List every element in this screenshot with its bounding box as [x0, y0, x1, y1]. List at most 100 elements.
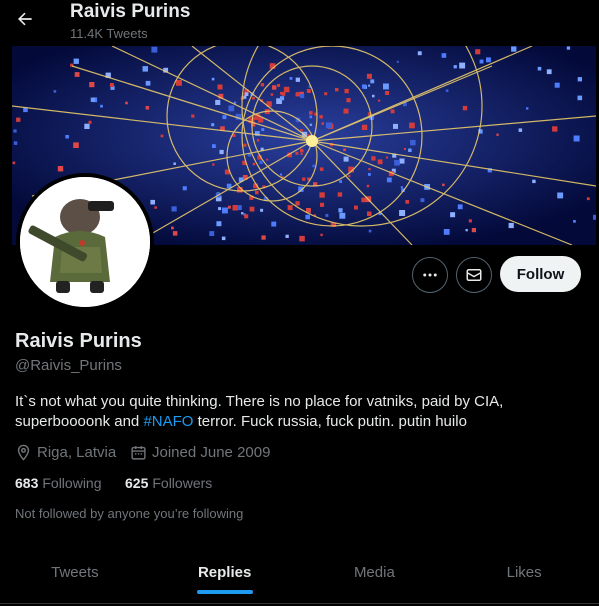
header-title: Raivis Purins [70, 1, 191, 22]
banner-particle [367, 211, 372, 216]
message-button[interactable] [456, 257, 492, 293]
banner-particle [217, 84, 223, 90]
banner-particle [100, 104, 103, 108]
banner-particle [566, 46, 571, 50]
banner-particle [390, 109, 395, 114]
banner-particle [344, 88, 349, 94]
banner-particle [537, 66, 542, 71]
tab-label: Media [353, 564, 395, 581]
banner-particle [399, 210, 406, 216]
banner-particle [319, 192, 325, 198]
banner-particle [518, 128, 523, 132]
banner-particle [361, 124, 368, 130]
follow-button[interactable]: Follow [500, 256, 581, 292]
banner-particle [337, 192, 343, 197]
banner-particle [325, 122, 332, 129]
profile-tabs: Tweets Replies Media Likes [0, 545, 599, 600]
banner-particle [260, 208, 264, 212]
banner-particle [309, 111, 313, 115]
banner-particle [272, 85, 277, 90]
banner-particle [160, 134, 164, 138]
banner-particle [145, 80, 151, 86]
banner-particle [573, 135, 580, 142]
banner-particle [450, 212, 456, 218]
back-button[interactable] [10, 4, 40, 34]
banner-particle [287, 205, 293, 211]
following-link[interactable]: 683 Following [15, 475, 102, 491]
banner-particle [343, 108, 349, 114]
banner-particle [385, 156, 388, 159]
banner-particle [237, 205, 242, 210]
banner-particle [259, 160, 263, 164]
following-count: 683 [15, 475, 39, 491]
banner-particle [593, 214, 596, 220]
tab-tweets[interactable]: Tweets [0, 545, 150, 600]
bio-hashtag-link[interactable]: #NAFO [143, 413, 193, 430]
banner-particle [243, 95, 247, 99]
banner-particle [319, 167, 324, 171]
calendar-icon [131, 446, 146, 460]
banner-particle [151, 46, 158, 53]
banner-particle [209, 231, 215, 236]
banner-particle [370, 79, 375, 84]
banner-particle [577, 77, 582, 82]
banner-particle [300, 152, 303, 155]
banner-particle [479, 59, 484, 64]
banner-particle [442, 183, 445, 187]
banner-particle [368, 168, 371, 171]
banner-particle [73, 58, 79, 64]
banner-particle [142, 66, 148, 72]
avatar[interactable] [16, 173, 154, 311]
banner-particle [443, 229, 450, 235]
banner-particle [475, 49, 481, 55]
banner-particle [219, 149, 224, 155]
banner-particle [84, 123, 90, 129]
banner-particle [486, 57, 491, 63]
banner-particle [222, 115, 227, 120]
banner-particle [343, 156, 349, 162]
banner-particle [371, 156, 376, 161]
banner-particle [511, 46, 517, 52]
banner-particle [586, 197, 590, 201]
banner-particle [408, 148, 412, 152]
banner-particle [372, 94, 375, 98]
avatar-image [20, 177, 150, 307]
banner-particle [409, 122, 415, 129]
joined-text: Joined June 2009 [152, 444, 271, 461]
banner-particle [277, 83, 281, 87]
banner-particle [320, 202, 325, 207]
banner-particle [13, 141, 18, 145]
banner-particle [362, 84, 367, 89]
banner-particle [339, 212, 346, 219]
banner-particle [368, 229, 372, 233]
banner-particle [302, 177, 306, 181]
banner-particle [295, 151, 299, 155]
banner-particle [211, 77, 215, 81]
tabs-divider [0, 603, 599, 604]
banner-particle [218, 207, 222, 211]
banner-particle [300, 148, 304, 153]
banner-particle [348, 175, 351, 178]
banner-particle [260, 83, 265, 87]
tab-replies[interactable]: Replies [150, 545, 300, 600]
banner-particle [191, 114, 195, 118]
banner-particle [368, 173, 371, 176]
followers-link[interactable]: 625 Followers [125, 475, 212, 491]
banner-particle [88, 120, 92, 124]
banner-particle [53, 90, 57, 93]
banner-particle [320, 233, 323, 237]
joined-item: Joined June 2009 [130, 444, 270, 461]
banner-particle [319, 115, 323, 119]
banner-particle [222, 207, 228, 214]
more-button[interactable] [412, 257, 448, 293]
banner-particle [154, 206, 157, 209]
tab-media[interactable]: Media [300, 545, 450, 600]
tab-likes[interactable]: Likes [449, 545, 599, 600]
location-pin-icon [17, 444, 30, 461]
banner-particle [13, 129, 17, 133]
banner-particle [465, 229, 468, 232]
banner-particle [420, 198, 425, 203]
banner-particle [417, 51, 422, 56]
banner-particle [73, 142, 79, 148]
banner-particle [145, 106, 150, 110]
